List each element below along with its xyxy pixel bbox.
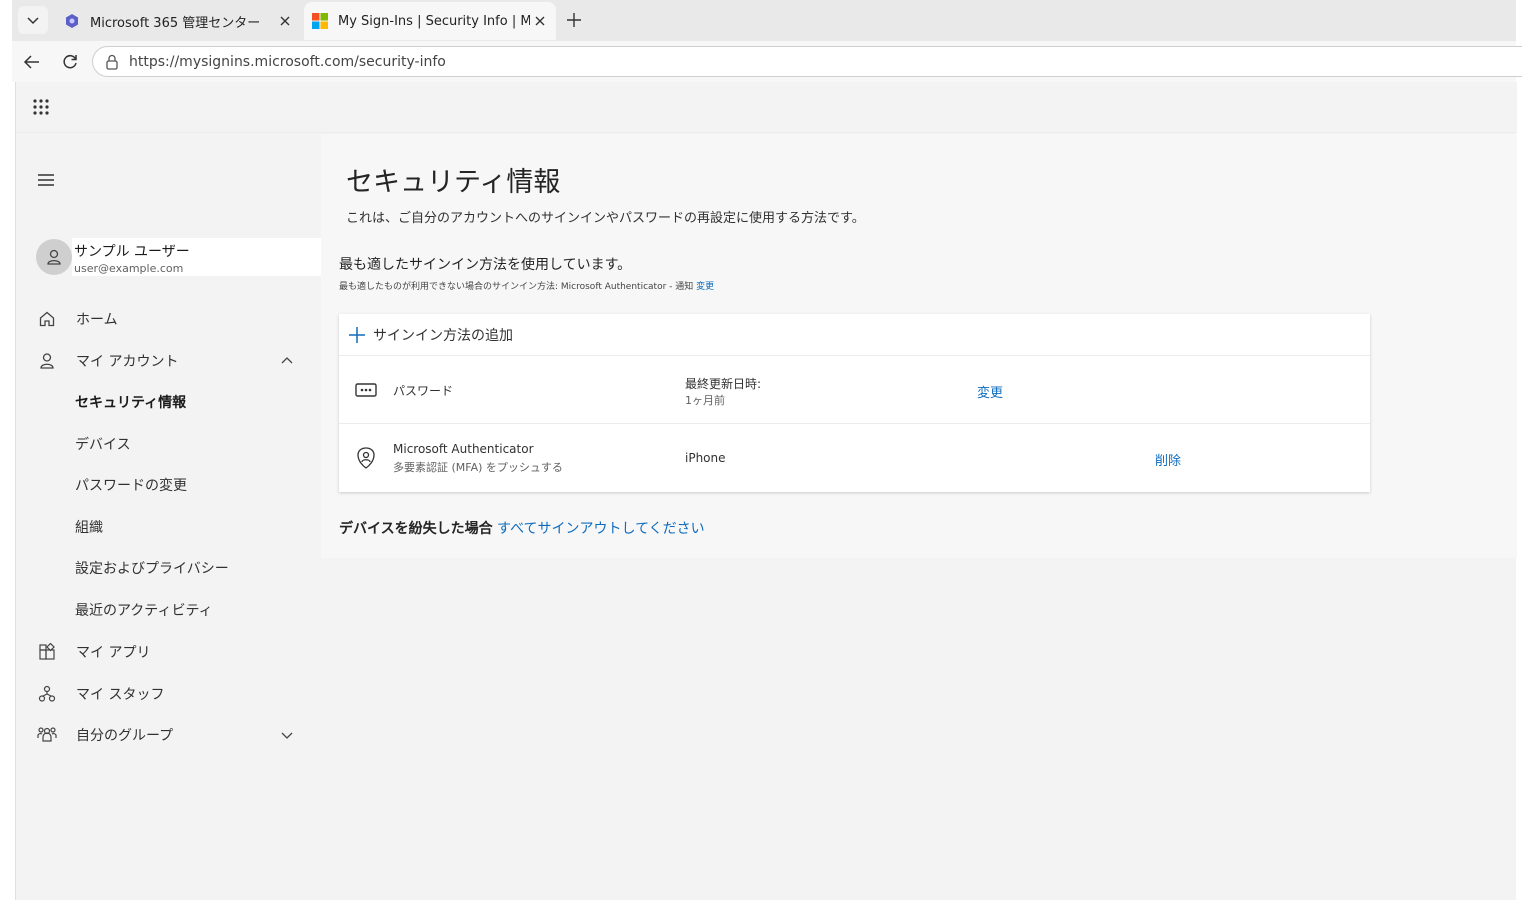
add-sign-in-method-button[interactable]: サインイン方法の追加 bbox=[339, 314, 1370, 356]
lock-icon bbox=[106, 54, 118, 70]
add-method-label: サインイン方法の追加 bbox=[373, 327, 513, 344]
method-name: Microsoft Authenticator bbox=[393, 442, 534, 456]
sidebar-item-label: マイ アカウント bbox=[76, 354, 179, 370]
user-email: user@example.com bbox=[74, 262, 184, 275]
person-icon bbox=[36, 350, 58, 372]
people-team-icon bbox=[36, 724, 58, 746]
authenticator-icon bbox=[357, 447, 375, 469]
microsoft-logo-icon bbox=[312, 13, 328, 29]
close-tab-button[interactable] bbox=[530, 11, 550, 31]
sidebar-item-my-staff[interactable]: マイ スタッフ bbox=[36, 679, 296, 709]
method-updated-value: 1ヶ月前 bbox=[685, 394, 725, 407]
tab-title: Microsoft 365 管理センター bbox=[90, 15, 261, 31]
sidebar-item-my-apps[interactable]: マイ アプリ bbox=[36, 637, 296, 667]
default-method-detail: 最も適したものが利用できない場合のサインイン方法: Microsoft Auth… bbox=[339, 279, 714, 292]
sidebar-item-label: マイ アプリ bbox=[76, 645, 151, 661]
waffle-icon bbox=[33, 99, 49, 115]
close-icon bbox=[535, 16, 545, 26]
avatar bbox=[36, 239, 72, 275]
org-icon bbox=[36, 683, 58, 705]
refresh-icon bbox=[63, 54, 77, 69]
chevron-up-icon[interactable] bbox=[278, 352, 296, 370]
sidebar-subitem-settings-privacy[interactable]: 設定およびプライバシー bbox=[75, 553, 229, 583]
browser-address-bar: https://mysignins.microsoft.com/security… bbox=[12, 41, 1522, 82]
url-text: https://mysignins.microsoft.com/security… bbox=[129, 53, 446, 70]
close-tab-button[interactable] bbox=[275, 11, 295, 31]
plus-icon bbox=[349, 326, 365, 343]
plus-icon bbox=[567, 13, 581, 27]
delete-authenticator-link[interactable]: 削除 bbox=[1155, 450, 1181, 469]
tab-list-button[interactable] bbox=[18, 6, 48, 34]
browser-tab-bar: Microsoft 365 管理センター My Sign-Ins | Secur… bbox=[12, 0, 1516, 41]
tab-title: My Sign-Ins | Security Info | Micros bbox=[338, 13, 530, 29]
method-row-password: パスワード 最終更新日時: 1ヶ月前 変更 bbox=[339, 356, 1370, 424]
main-content: セキュリティ情報 これは、ご自分のアカウントへのサインインやパスワードの再設定に… bbox=[321, 134, 1517, 558]
sidebar-item-label: マイ スタッフ bbox=[76, 687, 165, 703]
method-name: パスワード bbox=[393, 384, 454, 398]
password-dots-icon bbox=[355, 383, 377, 397]
new-tab-button[interactable] bbox=[562, 8, 586, 32]
m365-admin-icon bbox=[66, 14, 78, 28]
sidebar-item-label: 自分のグループ bbox=[76, 728, 174, 744]
sidebar-subitem-organizations[interactable]: 組織 bbox=[75, 512, 103, 542]
page-description: これは、ご自分のアカウントへのサインインやパスワードの再設定に使用する方法です。 bbox=[346, 211, 865, 226]
app-launcher-button[interactable] bbox=[28, 94, 54, 120]
user-profile[interactable]: サンプル ユーザー user@example.com bbox=[36, 238, 332, 276]
sign-in-methods-card: サインイン方法の追加 パスワード 最終更新日時: 1ヶ月前 変更 Microso… bbox=[339, 314, 1370, 492]
method-row-authenticator: Microsoft Authenticator 多要素認証 (MFA) をプッシ… bbox=[339, 424, 1370, 492]
chevron-down-icon bbox=[27, 17, 39, 25]
app-window: サンプル ユーザー user@example.com ホーム マイ アカウント … bbox=[15, 82, 1517, 900]
lost-device-section: デバイスを紛失した場合 すべてサインアウトしてください bbox=[339, 518, 705, 538]
change-password-link[interactable]: 変更 bbox=[977, 382, 1003, 401]
close-icon bbox=[280, 16, 290, 26]
hamburger-icon bbox=[38, 174, 54, 186]
apps-icon bbox=[36, 641, 58, 663]
change-default-method-link[interactable]: 変更 bbox=[696, 282, 714, 292]
sidebar: サンプル ユーザー user@example.com ホーム マイ アカウント … bbox=[16, 134, 332, 900]
back-button[interactable] bbox=[20, 50, 44, 74]
refresh-button[interactable] bbox=[58, 50, 82, 74]
sign-out-everywhere-link[interactable]: すべてサインアウトしてください bbox=[497, 521, 705, 537]
sidebar-subitem-recent-activity[interactable]: 最近のアクティビティ bbox=[75, 595, 213, 625]
page-title: セキュリティ情報 bbox=[346, 167, 561, 198]
app-header bbox=[16, 82, 1517, 133]
default-method-text: 最も適したものが利用できない場合のサインイン方法: Microsoft Auth… bbox=[339, 282, 694, 292]
menu-toggle-button[interactable] bbox=[36, 170, 58, 192]
chevron-down-icon[interactable] bbox=[278, 726, 296, 744]
sidebar-item-my-groups[interactable]: 自分のグループ bbox=[36, 720, 296, 750]
home-icon bbox=[36, 308, 58, 330]
sidebar-subitem-devices[interactable]: デバイス bbox=[75, 429, 131, 459]
tab-m365-admin[interactable]: Microsoft 365 管理センター bbox=[56, 2, 301, 40]
tab-my-sign-ins[interactable]: My Sign-Ins | Security Info | Micros bbox=[304, 2, 556, 40]
method-updated-label: 最終更新日時: bbox=[685, 377, 762, 391]
user-name: サンプル ユーザー bbox=[74, 244, 190, 260]
user-info: サンプル ユーザー user@example.com bbox=[72, 238, 332, 276]
sidebar-subitem-security-info[interactable]: セキュリティ情報 bbox=[75, 387, 186, 417]
method-detail: 多要素認証 (MFA) をプッシュする bbox=[393, 461, 563, 474]
method-device: iPhone bbox=[685, 451, 726, 465]
sidebar-item-home[interactable]: ホーム bbox=[36, 304, 296, 334]
url-input[interactable]: https://mysignins.microsoft.com/security… bbox=[92, 46, 1522, 77]
default-method-label: 最も適したサインイン方法を使用しています。 bbox=[339, 257, 632, 273]
person-icon bbox=[47, 249, 61, 265]
sidebar-subitem-change-password[interactable]: パスワードの変更 bbox=[75, 470, 187, 500]
sidebar-item-label: ホーム bbox=[76, 312, 118, 328]
back-arrow-icon bbox=[23, 55, 39, 69]
sidebar-item-my-account[interactable]: マイ アカウント bbox=[36, 346, 296, 376]
lost-device-label: デバイスを紛失した場合 bbox=[339, 521, 493, 537]
